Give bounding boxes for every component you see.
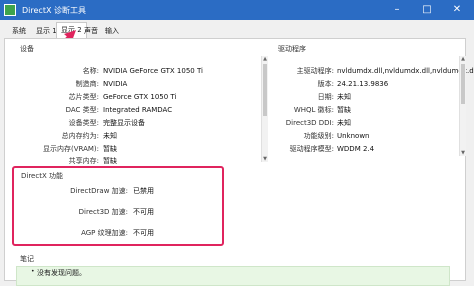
- tab-system[interactable]: 系统: [8, 24, 30, 38]
- driver-row: 驱动程序模型: WDDM 2.4: [260, 144, 458, 154]
- directx-row: DirectDraw 加速: 已禁用: [20, 186, 220, 196]
- device-value: 完整显示设备: [103, 119, 145, 127]
- maximize-icon[interactable]: □: [412, 0, 442, 20]
- driver-value: nvldumdx.dll,nvldumdx.dll,nvldumdx.dll,n…: [337, 67, 474, 75]
- driver-value: 未知: [337, 119, 351, 127]
- driver-value: 暂缺: [337, 106, 351, 114]
- app-icon: [4, 4, 16, 16]
- driver-label: 驱动程序模型:: [289, 145, 334, 153]
- device-label: DAC 类型:: [65, 106, 99, 114]
- bullet-icon: •: [31, 268, 35, 275]
- driver-label: 主驱动程序:: [296, 67, 334, 75]
- device-label: 总内存约为:: [61, 132, 99, 140]
- device-row: 共享内存: 暂缺: [0, 156, 260, 166]
- minimize-icon[interactable]: –: [382, 0, 412, 20]
- device-label: 显示内存(VRAM):: [42, 145, 99, 153]
- window-title: DirectX 诊断工具: [22, 6, 86, 15]
- driver-value: 24.21.13.9836: [337, 80, 389, 88]
- driver-label: Direct3D DDI:: [285, 119, 334, 127]
- driver-value: WDDM 2.4: [337, 145, 375, 153]
- device-label: 共享内存:: [68, 157, 99, 165]
- driver-row: 日期: 未知: [260, 92, 458, 102]
- driver-row: 主驱动程序: nvldumdx.dll,nvldumdx.dll,nvldumd…: [260, 66, 474, 76]
- title-bar: DirectX 诊断工具 – □ ✕: [0, 0, 474, 20]
- device-value: NVIDIA GeForce GTX 1050 Ti: [103, 67, 203, 75]
- device-label: 芯片类型:: [68, 93, 99, 101]
- device-value: 暂缺: [103, 157, 117, 165]
- close-icon[interactable]: ✕: [442, 0, 472, 20]
- device-label: 名称:: [82, 67, 99, 75]
- driver-scrollbar[interactable]: ▲ ▼: [459, 56, 466, 156]
- driver-value: Unknown: [337, 132, 370, 140]
- device-value: GeForce GTX 1050 Ti: [103, 93, 177, 101]
- device-row: 显示内存(VRAM): 暂缺: [0, 144, 260, 154]
- driver-row: 功能级别: Unknown: [260, 131, 458, 141]
- driver-row: 版本: 24.21.13.9836: [260, 79, 458, 89]
- driver-label: 功能级别:: [303, 132, 334, 140]
- notes-title: 笔记: [20, 255, 34, 263]
- directx-group-title: DirectX 功能: [21, 172, 63, 180]
- directx-label: Direct3D 加速:: [78, 208, 128, 216]
- device-row: 制造商: NVIDIA: [0, 79, 260, 89]
- directx-value: 已禁用: [133, 187, 154, 195]
- device-value: NVIDIA: [103, 80, 128, 88]
- device-row: 总内存约为: 未知: [0, 131, 260, 141]
- device-value: Integrated RAMDAC: [103, 106, 173, 114]
- device-row: DAC 类型: Integrated RAMDAC: [0, 105, 260, 115]
- scroll-up-icon[interactable]: ▲: [460, 56, 466, 62]
- device-row: 芯片类型: GeForce GTX 1050 Ti: [0, 92, 260, 102]
- tab-input[interactable]: 输入: [101, 24, 123, 38]
- scroll-down-icon[interactable]: ▼: [460, 150, 466, 156]
- driver-label: 版本:: [317, 80, 334, 88]
- directx-value: 不可用: [133, 208, 154, 216]
- notes-box: • 没有发现问题。: [16, 266, 450, 286]
- driver-label: WHQL 徽标:: [293, 106, 334, 114]
- directx-row: AGP 纹理加速: 不可用: [20, 228, 220, 238]
- tab-sound[interactable]: 声音: [80, 24, 102, 38]
- driver-row: WHQL 徽标: 暂缺: [260, 105, 458, 115]
- directx-label: AGP 纹理加速:: [81, 229, 128, 237]
- directx-value: 不可用: [133, 229, 154, 237]
- scroll-thumb[interactable]: [461, 64, 465, 104]
- directx-row: Direct3D 加速: 不可用: [20, 207, 220, 217]
- scroll-up-icon[interactable]: ▲: [262, 56, 268, 62]
- device-row: 设备类型: 完整显示设备: [0, 118, 260, 128]
- device-label: 设备类型:: [68, 119, 99, 127]
- driver-value: 未知: [337, 93, 351, 101]
- device-value: 未知: [103, 132, 117, 140]
- device-label: 制造商:: [75, 80, 99, 88]
- directx-label: DirectDraw 加速:: [70, 187, 128, 195]
- device-value: 暂缺: [103, 145, 117, 153]
- device-group-title: 设备: [20, 45, 34, 53]
- driver-label: 日期:: [317, 93, 334, 101]
- device-row: 名称: NVIDIA GeForce GTX 1050 Ti: [0, 66, 260, 76]
- driver-row: Direct3D DDI: 未知: [260, 118, 458, 128]
- driver-group-title: 驱动程序: [278, 45, 306, 53]
- scroll-down-icon[interactable]: ▼: [262, 156, 268, 162]
- notes-item: 没有发现问题。: [37, 269, 86, 277]
